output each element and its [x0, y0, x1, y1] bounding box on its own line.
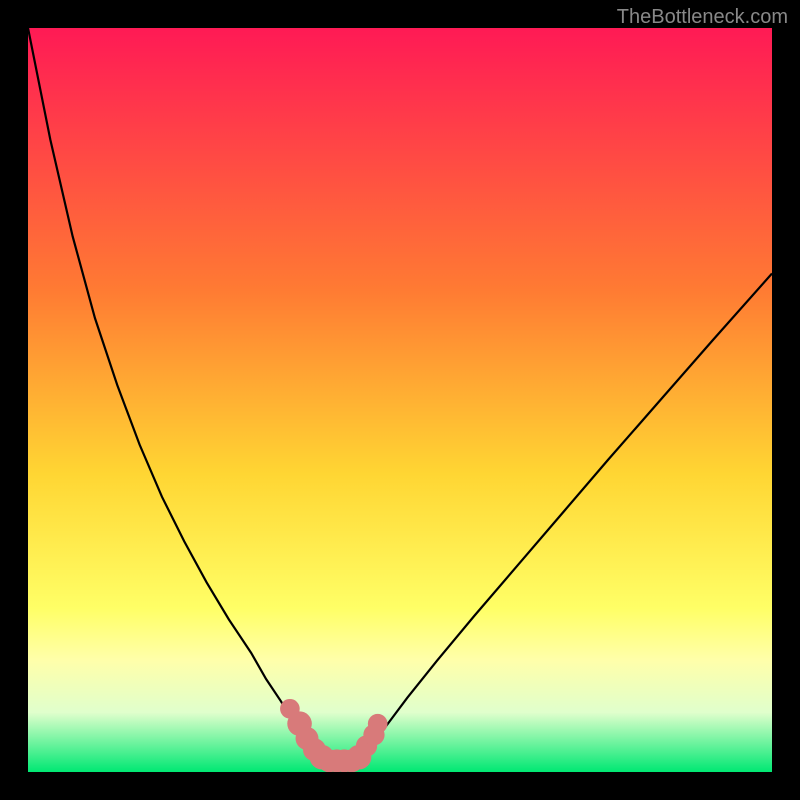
plot-area: [28, 28, 772, 772]
chart-container: TheBottleneck.com: [0, 0, 800, 800]
chart-svg: [28, 28, 772, 772]
marker-point: [368, 714, 388, 734]
watermark-text: TheBottleneck.com: [617, 6, 788, 29]
